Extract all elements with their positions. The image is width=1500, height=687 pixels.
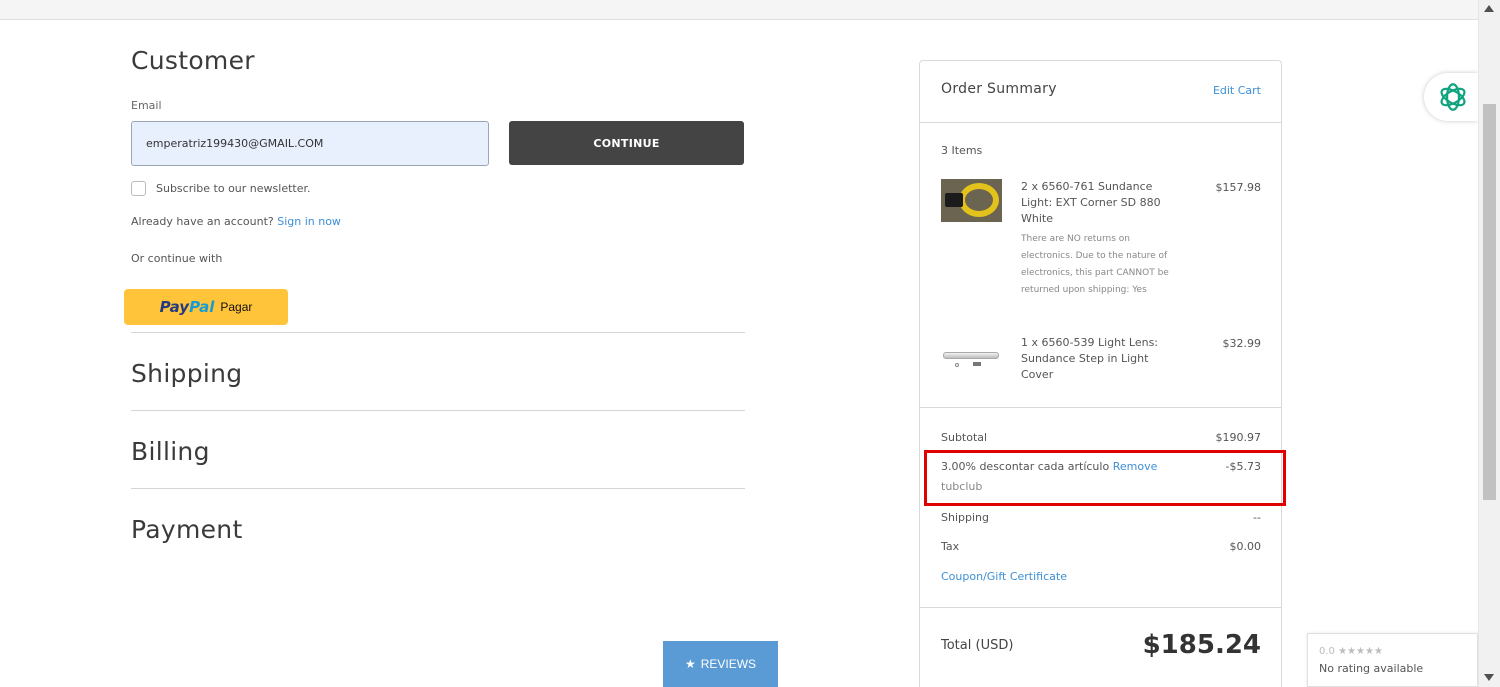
item-price: $32.99 — [1222, 337, 1262, 350]
divider — [131, 488, 745, 489]
paypal-button[interactable]: PayPal Pagar — [124, 289, 288, 325]
items-count: 3 Items — [941, 144, 983, 157]
divider — [131, 410, 745, 411]
item-note: There are NO returns on electronics. Due… — [1021, 234, 1169, 295]
product-image-light — [941, 179, 1002, 222]
or-continue-label: Or continue with — [131, 252, 223, 265]
page-scrollbar[interactable] — [1478, 0, 1500, 687]
order-summary: Order Summary Edit Cart 3 Items 2 x 6560… — [919, 60, 1282, 687]
newsletter-label: Subscribe to our newsletter. — [156, 182, 311, 195]
email-label: Email — [131, 99, 162, 112]
item-name: 1 x 6560-539 Light Lens: Sundance Step i… — [1021, 336, 1159, 381]
browser-top-strip — [0, 0, 1478, 20]
scroll-thumb[interactable] — [1483, 104, 1496, 500]
reviews-button[interactable]: ★ REVIEWS — [663, 641, 778, 687]
summary-divider — [920, 407, 1281, 408]
scroll-down-icon[interactable] — [1484, 674, 1494, 681]
product-image-lens — [941, 349, 1002, 392]
email-field[interactable] — [131, 121, 489, 166]
shipping-label: Shipping — [941, 511, 989, 524]
summary-divider — [920, 122, 1281, 123]
openai-icon — [1440, 83, 1466, 111]
customer-title: Customer — [131, 46, 255, 75]
reviews-label: REVIEWS — [700, 657, 757, 671]
total-label: Total (USD) — [941, 638, 1014, 653]
coupon-gift-link[interactable]: Coupon/Gift Certificate — [941, 570, 1067, 583]
continue-button[interactable]: CONTINUE — [509, 121, 744, 165]
paypal-logo-pay: Pay — [159, 298, 190, 316]
wire-shape — [959, 183, 999, 217]
paypal-label: Pagar — [220, 300, 253, 314]
star-icon: ★ — [684, 657, 696, 671]
plug-shape — [945, 193, 963, 207]
payment-title[interactable]: Payment — [131, 515, 243, 544]
order-summary-title: Order Summary — [941, 81, 1057, 97]
summary-divider — [920, 607, 1281, 608]
lens-shape — [943, 352, 999, 359]
item-price: $157.98 — [1215, 181, 1262, 194]
scroll-up-icon[interactable] — [1484, 5, 1494, 12]
rating-text: No rating available — [1319, 662, 1424, 675]
paypal-logo: PayPal — [160, 298, 215, 316]
newsletter-checkbox[interactable] — [131, 181, 146, 196]
shipping-value: -- — [1253, 511, 1261, 524]
account-text: Already have an account? — [131, 215, 274, 228]
paypal-logo-pal: Pal — [189, 298, 215, 316]
edit-cart-link[interactable]: Edit Cart — [1213, 84, 1261, 97]
tax-label: Tax — [941, 540, 960, 553]
divider — [131, 332, 745, 333]
subtotal-label: Subtotal — [941, 431, 988, 444]
subtotal-value: $190.97 — [1215, 431, 1262, 444]
item-name: 2 x 6560-761 Sundance Light: EXT Corner … — [1021, 180, 1161, 225]
sign-in-link[interactable]: Sign in now — [277, 215, 341, 228]
shipping-title[interactable]: Shipping — [131, 359, 242, 388]
lens-tab — [973, 362, 981, 366]
discount-highlight-box — [924, 450, 1286, 506]
assistant-widget[interactable] — [1424, 73, 1478, 121]
tax-value: $0.00 — [1229, 540, 1262, 553]
rating-score: 0.0 ★★★★★ — [1319, 646, 1383, 657]
account-prompt: Already have an account? Sign in now — [131, 215, 341, 228]
total-value: $185.24 — [1142, 630, 1261, 660]
rating-widget[interactable]: 0.0 ★★★★★ No rating available — [1307, 633, 1478, 687]
billing-title[interactable]: Billing — [131, 437, 210, 466]
lens-tab — [955, 363, 959, 367]
